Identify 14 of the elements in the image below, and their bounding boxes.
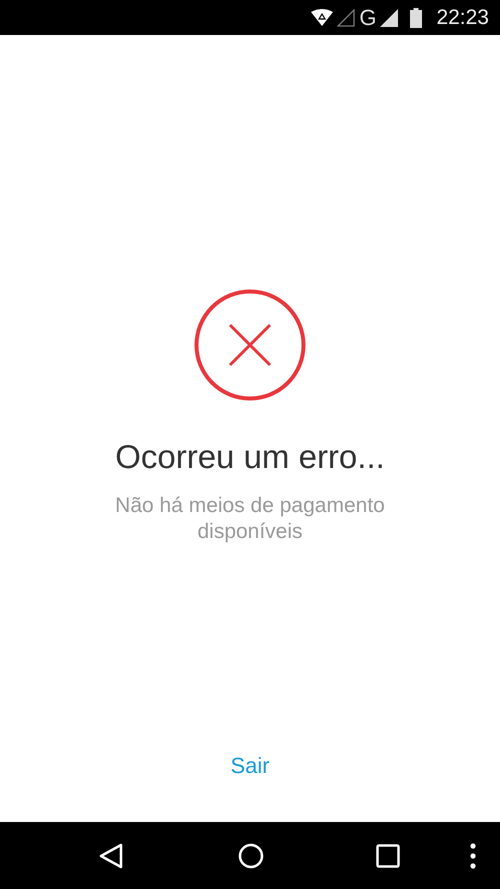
recents-icon[interactable] [376,844,400,868]
clock-time: 22:23 [436,7,489,28]
exit-link[interactable]: Sair [230,752,270,780]
error-icon [194,289,306,401]
network-type: G [359,6,376,28]
back-icon[interactable] [99,842,123,868]
error-title: Ocorreu um erro... [115,437,385,477]
more-icon[interactable] [470,842,476,868]
signal-icon [337,8,356,26]
signal-icon [380,8,398,26]
wifi-icon [311,9,334,26]
error-message: Não há meios de pagamento disponíveis [114,493,386,545]
home-icon[interactable] [238,842,264,868]
battery-icon [410,8,422,28]
